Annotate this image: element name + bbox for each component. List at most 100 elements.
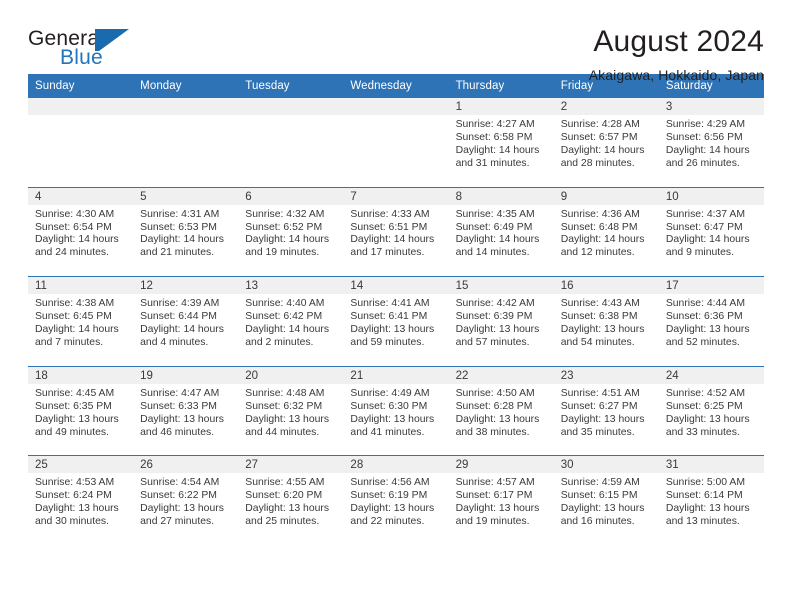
calendar-week-row: 11 Sunrise: 4:38 AM Sunset: 6:45 PM Dayligh… — [28, 276, 764, 367]
sunset-text: Sunset: 6:51 PM — [350, 221, 428, 233]
daylight-text-line2: and 38 minutes. — [455, 426, 530, 438]
daylight-text-line2: and 22 minutes. — [350, 516, 425, 528]
day-number: 29 — [448, 456, 554, 474]
daylight-text-line2: and 57 minutes. — [455, 336, 530, 348]
day-cell-content: 13 Sunrise: 4:40 AM Sunset: 6:42 PM Dayligh… — [238, 277, 344, 366]
calendar-day-cell[interactable]: 27 Sunrise: 4:55 AM Sunset: 6:20 PM Dayligh… — [238, 455, 344, 545]
sunrise-sunset-calendar: Sunday Monday Tuesday Wednesday Thursday… — [28, 74, 764, 545]
day-details: Sunrise: 4:35 AM Sunset: 6:49 PM Daylight:… — [449, 205, 554, 261]
sunrise-text: Sunrise: 4:30 AM — [35, 208, 115, 220]
day-number: 24 — [658, 366, 764, 384]
daylight-text-line2: and 52 minutes. — [665, 336, 740, 348]
sunrise-text: Sunrise: 4:36 AM — [560, 208, 640, 220]
sunset-text: Sunset: 6:33 PM — [140, 400, 217, 412]
calendar-day-cell[interactable]: 11 Sunrise: 4:38 AM Sunset: 6:45 PM Dayligh… — [28, 276, 134, 367]
calendar-day-cell[interactable]: 15 Sunrise: 4:42 AM Sunset: 6:39 PM Dayligh… — [448, 276, 554, 367]
calendar-day-cell[interactable]: 7 Sunrise: 4:33 AM Sunset: 6:51 PM Daylight… — [343, 186, 449, 277]
day-details: Sunrise: 4:38 AM Sunset: 6:45 PM Daylight:… — [28, 294, 133, 350]
calendar-day-cell[interactable]: 9 Sunrise: 4:36 AM Sunset: 6:48 PM Daylight… — [553, 186, 659, 277]
day-cell-content: 5 Sunrise: 4:31 AM Sunset: 6:53 PM Daylight… — [133, 187, 239, 277]
day-cell-content: 2 Sunrise: 4:28 AM Sunset: 6:57 PM Daylight… — [553, 98, 659, 187]
sunrise-text: Sunrise: 4:35 AM — [455, 208, 535, 220]
sunrise-text: Sunrise: 4:31 AM — [140, 208, 220, 220]
brand-logo[interactable]: General Blue — [28, 26, 148, 72]
title-block: August 2024 Akaigawa, Hokkaido, Japan — [148, 26, 764, 83]
day-details: Sunrise: 4:56 AM Sunset: 6:19 PM Daylight:… — [343, 473, 448, 529]
calendar-day-cell[interactable]: 4 Sunrise: 4:30 AM Sunset: 6:54 PM Daylight… — [28, 186, 134, 277]
calendar-day-cell — [343, 98, 449, 188]
calendar-day-cell[interactable]: 14 Sunrise: 4:41 AM Sunset: 6:41 PM Dayligh… — [343, 276, 449, 367]
sunset-text: Sunset: 6:42 PM — [245, 311, 323, 323]
day-details: Sunrise: 4:59 AM Sunset: 6:15 PM Daylight:… — [554, 473, 659, 529]
day-details: Sunrise: 4:42 AM Sunset: 6:39 PM Daylight:… — [449, 294, 554, 350]
day-number: 30 — [553, 456, 659, 474]
day-number: 21 — [343, 366, 449, 384]
flag-triangle — [99, 29, 129, 51]
day-number: 9 — [553, 187, 659, 205]
calendar-day-cell[interactable]: 30 Sunrise: 4:59 AM Sunset: 6:15 PM Dayligh… — [553, 455, 659, 545]
calendar-day-cell[interactable]: 19 Sunrise: 4:47 AM Sunset: 6:33 PM Dayligh… — [133, 365, 239, 456]
sunset-text: Sunset: 6:45 PM — [35, 311, 112, 323]
daylight-text-line2: and 19 minutes. — [455, 516, 530, 528]
sunset-text: Sunset: 6:36 PM — [665, 311, 743, 323]
sunrise-text: Sunrise: 4:45 AM — [35, 387, 115, 399]
day-number: 28 — [343, 456, 449, 474]
day-number: 13 — [238, 277, 344, 295]
calendar-day-cell[interactable]: 13 Sunrise: 4:40 AM Sunset: 6:42 PM Dayligh… — [238, 276, 344, 367]
day-details: Sunrise: 4:45 AM Sunset: 6:35 PM Daylight:… — [28, 384, 133, 440]
calendar-day-cell[interactable]: 3 Sunrise: 4:29 AM Sunset: 6:56 PM Daylight… — [658, 98, 764, 188]
daylight-text-line1: Daylight: 14 hours — [455, 144, 540, 156]
calendar-day-cell[interactable]: 10 Sunrise: 4:37 AM Sunset: 6:47 PM Dayligh… — [658, 186, 764, 277]
calendar-day-cell[interactable]: 25 Sunrise: 4:53 AM Sunset: 6:24 PM Dayligh… — [28, 455, 134, 545]
calendar-day-cell[interactable]: 28 Sunrise: 4:56 AM Sunset: 6:19 PM Dayligh… — [343, 455, 449, 545]
daylight-text-line1: Daylight: 14 hours — [350, 234, 435, 246]
daylight-text-line2: and 25 minutes. — [245, 516, 320, 528]
calendar-day-cell[interactable]: 16 Sunrise: 4:43 AM Sunset: 6:38 PM Dayligh… — [553, 276, 659, 367]
day-cell-content: 20 Sunrise: 4:48 AM Sunset: 6:32 PM Dayligh… — [238, 366, 344, 456]
daylight-text-line1: Daylight: 13 hours — [245, 503, 330, 515]
calendar-day-cell[interactable]: 21 Sunrise: 4:49 AM Sunset: 6:30 PM Dayligh… — [343, 365, 449, 456]
day-number: 2 — [553, 98, 659, 115]
calendar-day-cell[interactable]: 29 Sunrise: 4:57 AM Sunset: 6:17 PM Dayligh… — [448, 455, 554, 545]
calendar-day-cell[interactable]: 24 Sunrise: 4:52 AM Sunset: 6:25 PM Dayligh… — [658, 365, 764, 456]
daylight-text-line1: Daylight: 13 hours — [560, 503, 645, 515]
sunset-text: Sunset: 6:24 PM — [35, 490, 112, 502]
sunset-text: Sunset: 6:54 PM — [35, 221, 112, 233]
daylight-text-line2: and 26 minutes. — [665, 157, 740, 169]
calendar-day-cell[interactable]: 12 Sunrise: 4:39 AM Sunset: 6:44 PM Dayligh… — [133, 276, 239, 367]
daylight-text-line1: Daylight: 13 hours — [455, 503, 540, 515]
calendar-day-cell[interactable]: 26 Sunrise: 4:54 AM Sunset: 6:22 PM Dayligh… — [133, 455, 239, 545]
day-cell-content: 12 Sunrise: 4:39 AM Sunset: 6:44 PM Dayligh… — [133, 277, 239, 366]
calendar-day-cell[interactable]: 5 Sunrise: 4:31 AM Sunset: 6:53 PM Daylight… — [133, 186, 239, 277]
daylight-text-line1: Daylight: 13 hours — [665, 413, 750, 425]
daylight-text-line2: and 27 minutes. — [140, 516, 215, 528]
calendar-day-cell[interactable]: 17 Sunrise: 4:44 AM Sunset: 6:36 PM Dayligh… — [658, 276, 764, 367]
daylight-text-line2: and 59 minutes. — [350, 336, 425, 348]
day-number: 22 — [448, 366, 554, 384]
daylight-text-line1: Daylight: 14 hours — [560, 234, 645, 246]
day-details: Sunrise: 4:52 AM Sunset: 6:25 PM Daylight:… — [659, 384, 764, 440]
day-details: Sunrise: 4:40 AM Sunset: 6:42 PM Daylight:… — [238, 294, 343, 350]
sunset-text: Sunset: 6:58 PM — [455, 131, 533, 143]
calendar-day-cell[interactable]: 20 Sunrise: 4:48 AM Sunset: 6:32 PM Dayligh… — [238, 365, 344, 456]
weekday-header-sunday: Sunday — [28, 74, 134, 98]
calendar-day-cell[interactable]: 31 Sunrise: 5:00 AM Sunset: 6:14 PM Dayligh… — [658, 455, 764, 545]
sunset-text: Sunset: 6:56 PM — [665, 131, 743, 143]
daylight-text-line1: Daylight: 13 hours — [455, 324, 540, 335]
brand-name-secondary: Blue — [60, 46, 103, 69]
calendar-day-cell[interactable]: 8 Sunrise: 4:35 AM Sunset: 6:49 PM Daylight… — [448, 186, 554, 277]
day-cell-content: 29 Sunrise: 4:57 AM Sunset: 6:17 PM Dayligh… — [448, 456, 554, 545]
day-cell-content: 18 Sunrise: 4:45 AM Sunset: 6:35 PM Dayligh… — [28, 366, 134, 456]
calendar-day-cell[interactable]: 6 Sunrise: 4:32 AM Sunset: 6:52 PM Daylight… — [238, 186, 344, 277]
sunrise-text: Sunrise: 4:28 AM — [560, 119, 640, 130]
sunset-text: Sunset: 6:22 PM — [140, 490, 217, 502]
day-details: Sunrise: 4:54 AM Sunset: 6:22 PM Daylight:… — [133, 473, 238, 529]
calendar-day-cell[interactable]: 2 Sunrise: 4:28 AM Sunset: 6:57 PM Daylight… — [553, 98, 659, 188]
calendar-day-cell[interactable]: 18 Sunrise: 4:45 AM Sunset: 6:35 PM Dayligh… — [28, 365, 134, 456]
calendar-page: General Blue August 2024 Akaigawa, Hokka… — [0, 0, 792, 612]
calendar-day-cell[interactable]: 22 Sunrise: 4:50 AM Sunset: 6:28 PM Dayligh… — [448, 365, 554, 456]
day-cell-content: 16 Sunrise: 4:43 AM Sunset: 6:38 PM Dayligh… — [553, 277, 659, 366]
calendar-day-cell[interactable]: 23 Sunrise: 4:51 AM Sunset: 6:27 PM Dayligh… — [553, 365, 659, 456]
calendar-day-cell[interactable]: 1 Sunrise: 4:27 AM Sunset: 6:58 PM Daylight… — [448, 98, 554, 188]
day-cell-content — [28, 98, 134, 187]
